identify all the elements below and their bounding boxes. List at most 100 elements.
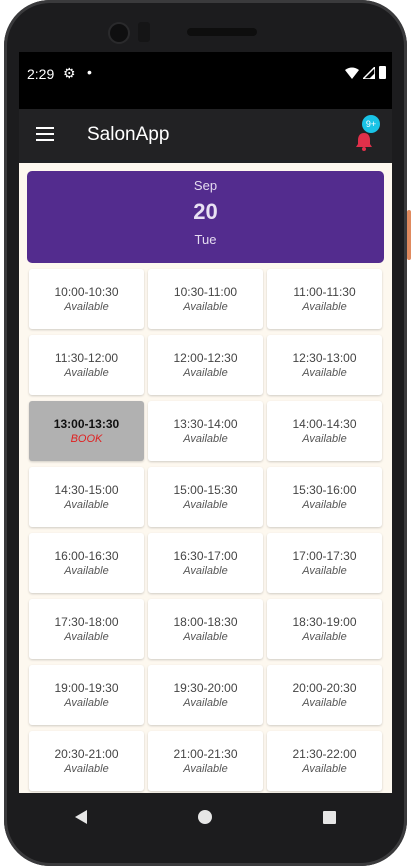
time-slot[interactable]: 20:00-20:30 Available xyxy=(267,665,382,725)
slot-status: Available xyxy=(64,367,109,379)
slot-status: Available xyxy=(64,499,109,511)
signal-icon xyxy=(363,66,375,79)
slot-time: 11:30-12:00 xyxy=(54,351,119,365)
slot-time: 19:30-20:00 xyxy=(173,681,238,695)
slot-status: Available xyxy=(64,565,109,577)
slot-time: 18:00-18:30 xyxy=(173,615,238,629)
menu-icon[interactable] xyxy=(36,127,54,141)
slot-time: 10:30-11:00 xyxy=(173,285,238,299)
slot-time: 20:30-21:00 xyxy=(54,747,119,761)
status-time: 2:29 xyxy=(27,66,55,82)
time-slot[interactable]: 16:00-16:30 Available xyxy=(29,533,144,593)
slot-time: 20:00-20:30 xyxy=(292,681,357,695)
slot-status: Available xyxy=(302,631,347,643)
time-slot[interactable]: 14:00-14:30 Available xyxy=(267,401,382,461)
status-icons xyxy=(345,66,386,79)
slot-time: 16:30-17:00 xyxy=(173,549,238,563)
time-slot-booked[interactable]: 13:00-13:30 BOOK xyxy=(29,401,144,461)
bell-icon xyxy=(356,133,372,151)
earpiece-speaker xyxy=(187,28,257,36)
slot-time: 12:30-13:00 xyxy=(292,351,357,365)
time-slot[interactable]: 11:00-11:30 Available xyxy=(267,269,382,329)
battery-icon xyxy=(379,66,386,79)
slot-time: 11:00-11:30 xyxy=(293,285,356,299)
time-slot[interactable]: 15:30-16:00 Available xyxy=(267,467,382,527)
app-bar: SalonApp 9+ xyxy=(19,109,392,163)
time-slot[interactable]: 17:00-17:30 Available xyxy=(267,533,382,593)
time-slot[interactable]: 12:00-12:30 Available xyxy=(148,335,263,395)
slot-time: 14:30-15:00 xyxy=(54,483,119,497)
slot-time: 19:00-19:30 xyxy=(54,681,119,695)
slot-time: 15:30-16:00 xyxy=(292,483,357,497)
slot-status: Available xyxy=(64,763,109,775)
time-slot[interactable]: 10:30-11:00 Available xyxy=(148,269,263,329)
slot-time: 13:00-13:30 xyxy=(53,417,120,431)
home-icon[interactable] xyxy=(197,810,212,824)
slot-status: Available xyxy=(183,499,228,511)
sensor xyxy=(138,22,150,42)
time-slot[interactable]: 19:30-20:00 Available xyxy=(148,665,263,725)
time-slot[interactable]: 17:30-18:00 Available xyxy=(29,599,144,659)
slot-time: 15:00-15:30 xyxy=(173,483,238,497)
time-slot[interactable]: 16:30-17:00 Available xyxy=(148,533,263,593)
content: Sep 20 Tue 10:00-10:30 Available 10:30-11… xyxy=(19,163,392,793)
slot-status: Available xyxy=(302,367,347,379)
app-title: SalonApp xyxy=(87,124,170,145)
slot-status: Available xyxy=(183,367,228,379)
notification-badge: 9+ xyxy=(362,115,380,133)
recents-icon[interactable] xyxy=(323,810,337,824)
time-slot[interactable]: 19:00-19:30 Available xyxy=(29,665,144,725)
date-weekday: Tue xyxy=(194,232,217,247)
time-slot-grid: 10:00-10:30 Available 10:30-11:00 Availabl… xyxy=(27,269,384,791)
wifi-icon xyxy=(345,67,359,79)
date-day: 20 xyxy=(193,199,218,224)
slot-status: Available xyxy=(183,565,228,577)
slot-status: Available xyxy=(183,697,228,709)
slot-status: Available xyxy=(302,697,347,709)
slot-status: Available xyxy=(302,763,347,775)
slot-time: 14:00-14:30 xyxy=(292,417,357,431)
time-slot[interactable]: 12:30-13:00 Available xyxy=(267,335,382,395)
slot-status: Available xyxy=(302,565,347,577)
slot-time: 17:00-17:30 xyxy=(292,549,357,563)
slot-status: Available xyxy=(302,499,347,511)
slot-status: Available xyxy=(64,697,109,709)
back-icon[interactable] xyxy=(74,810,87,824)
power-button[interactable] xyxy=(407,210,411,260)
slot-status: Available xyxy=(64,631,109,643)
time-slot[interactable]: 18:00-18:30 Available xyxy=(148,599,263,659)
notifications-button[interactable]: 9+ xyxy=(350,115,380,151)
slot-time: 17:30-18:00 xyxy=(54,615,119,629)
time-slot[interactable]: 21:30-22:00 Available xyxy=(267,731,382,791)
status-bar: 2:29 ⚙ • xyxy=(19,52,392,109)
time-slot[interactable]: 20:30-21:00 Available xyxy=(29,731,144,791)
settings-gear-icon: ⚙ xyxy=(63,65,76,81)
slot-status: Available xyxy=(183,763,228,775)
time-slot[interactable]: 13:30-14:00 Available xyxy=(148,401,263,461)
slot-time: 21:30-22:00 xyxy=(292,747,357,761)
slot-time: 21:00-21:30 xyxy=(173,747,238,761)
date-card: Sep 20 Tue xyxy=(27,171,384,263)
slot-status: Available xyxy=(183,301,228,313)
slot-time: 18:30-19:00 xyxy=(292,615,357,629)
slot-status: BOOK xyxy=(70,433,103,445)
front-camera xyxy=(110,24,128,42)
time-slot[interactable]: 21:00-21:30 Available xyxy=(148,731,263,791)
notification-dot-icon: • xyxy=(87,64,92,80)
navigation-bar xyxy=(19,793,392,841)
slot-time: 16:00-16:30 xyxy=(54,549,119,563)
time-slot[interactable]: 11:30-12:00 Available xyxy=(29,335,144,395)
slot-status: Available xyxy=(183,433,228,445)
slot-status: Available xyxy=(183,631,228,643)
time-slot[interactable]: 10:00-10:30 Available xyxy=(29,269,144,329)
slot-status: Available xyxy=(64,301,109,313)
time-slot[interactable]: 18:30-19:00 Available xyxy=(267,599,382,659)
slot-time: 10:00-10:30 xyxy=(54,285,119,299)
date-month: Sep xyxy=(193,178,218,193)
slot-time: 12:00-12:30 xyxy=(173,351,238,365)
slot-time: 13:30-14:00 xyxy=(173,417,238,431)
slot-status: Available xyxy=(302,433,347,445)
time-slot[interactable]: 15:00-15:30 Available xyxy=(148,467,263,527)
screen: 2:29 ⚙ • SalonApp 9+ Sep 20 Tue 10:00-10… xyxy=(19,52,392,793)
time-slot[interactable]: 14:30-15:00 Available xyxy=(29,467,144,527)
